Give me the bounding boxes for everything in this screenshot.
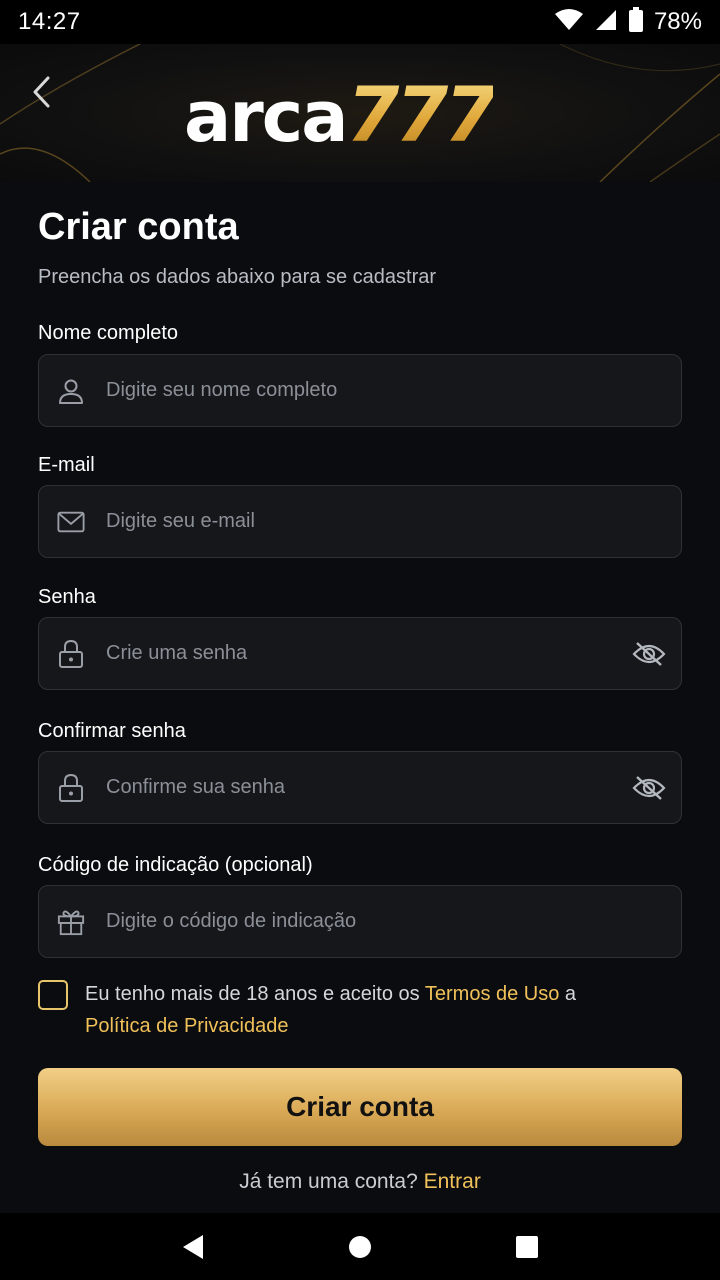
square-recents-icon xyxy=(515,1235,538,1258)
user-icon xyxy=(57,377,85,405)
login-prompt-text: Já tem uma conta? xyxy=(239,1170,418,1193)
signal-icon xyxy=(594,8,618,37)
wifi-icon xyxy=(554,8,584,37)
gift-icon xyxy=(57,908,85,936)
eye-off-icon xyxy=(632,641,666,666)
mail-icon xyxy=(57,508,85,536)
terms-checkbox[interactable] xyxy=(38,980,68,1010)
logo-text: arca xyxy=(184,76,348,158)
page-title: Criar conta xyxy=(38,206,239,248)
name-input[interactable] xyxy=(106,355,681,426)
login-prompt: Já tem uma conta? Entrar xyxy=(0,1170,720,1194)
email-field[interactable] xyxy=(38,485,682,558)
chevron-left-icon xyxy=(33,76,50,108)
logo-number: 777 xyxy=(346,70,498,159)
battery-icon xyxy=(628,6,644,38)
triangle-back-icon xyxy=(183,1234,204,1259)
email-label: E-mail xyxy=(38,454,95,476)
confirm-password-label: Confirmar senha xyxy=(38,720,186,742)
toggle-password-visibility[interactable] xyxy=(631,636,667,672)
email-input[interactable] xyxy=(106,486,681,557)
circle-home-icon xyxy=(348,1235,371,1258)
lock-icon xyxy=(57,639,85,668)
eye-off-icon xyxy=(632,775,666,800)
brand-header: arca 777 xyxy=(0,44,720,182)
page-subtitle: Preencha os dados abaixo para se cadastr… xyxy=(38,266,437,288)
create-account-button[interactable]: Criar conta xyxy=(38,1068,682,1146)
status-icons: 78% xyxy=(554,6,702,38)
lock-icon xyxy=(57,773,85,802)
battery-percent: 78% xyxy=(653,8,702,35)
terms-text-middle: a xyxy=(559,983,577,1005)
terms-of-use-link[interactable]: Termos de Uso xyxy=(425,983,560,1005)
privacy-policy-link[interactable]: Política de Privacidade xyxy=(85,1015,288,1037)
terms-agreement: Eu tenho mais de 18 anos e aceito os Ter… xyxy=(38,978,682,1042)
signup-form: Criar conta Preencha os dados abaixo par… xyxy=(0,182,720,1213)
login-link[interactable]: Entrar xyxy=(424,1170,481,1193)
status-time: 14:27 xyxy=(18,8,81,35)
toggle-confirm-password-visibility[interactable] xyxy=(631,770,667,806)
terms-text: Eu tenho mais de 18 anos e aceito os Ter… xyxy=(85,978,576,1042)
terms-text-before: Eu tenho mais de 18 anos e aceito os xyxy=(85,983,425,1005)
system-navigation-bar xyxy=(0,1213,720,1280)
confirm-password-field[interactable] xyxy=(38,751,682,824)
password-field[interactable] xyxy=(38,617,682,690)
nav-back-button[interactable] xyxy=(173,1227,213,1267)
referral-field[interactable] xyxy=(38,885,682,958)
back-button[interactable] xyxy=(22,72,62,112)
confirm-password-input[interactable] xyxy=(106,752,631,823)
referral-label: Código de indicação (opcional) xyxy=(38,854,313,876)
status-bar: 14:27 78% xyxy=(0,0,720,44)
name-label: Nome completo xyxy=(38,322,179,344)
name-field[interactable] xyxy=(38,354,682,427)
nav-home-button[interactable] xyxy=(340,1227,380,1267)
password-input[interactable] xyxy=(106,618,631,689)
brand-logo: arca 777 xyxy=(184,70,498,159)
referral-input[interactable] xyxy=(106,886,681,957)
nav-recents-button[interactable] xyxy=(507,1227,547,1267)
password-label: Senha xyxy=(38,586,96,608)
